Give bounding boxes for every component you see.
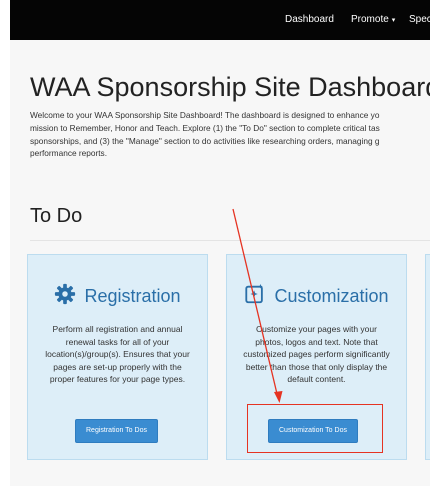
customization-card-title: Customization [274,285,389,306]
intro-line: performance reports. [30,148,108,159]
card-text-line: location(s)/group(s). Ensures that your [45,349,190,360]
image-sparkle-icon [244,283,266,310]
nav-spec[interactable]: Spec [409,0,430,40]
chevron-down-icon: ▾ [391,17,396,24]
nav-promote-label: Promote [351,14,389,25]
registration-todos-button[interactable]: Registration To Dos [75,419,158,443]
card-text-line: renewal tasks for all of your [65,336,170,347]
card-text-line: photos, logos and text. Note that [255,336,378,347]
manage-card-partial [425,254,430,460]
customization-card-description: Customize your pages with your photos, l… [237,323,396,386]
intro-line: mission to Remember, Honor and Teach. Ex… [30,122,380,133]
page-title: WAA Sponsorship Site Dashboard [30,72,430,102]
registration-card-title: Registration [84,285,181,306]
intro-line: Welcome to your WAA Sponsorship Site Das… [30,110,380,120]
top-navbar: Dashboard Promote ▾ Spec [10,0,430,40]
gear-icon [54,283,76,310]
nav-promote-dropdown[interactable]: Promote ▾ [351,0,395,40]
card-text-line: Perform all registration and annual [52,324,183,334]
nav-dashboard[interactable]: Dashboard [285,0,334,40]
registration-card-description: Perform all registration and annual rene… [38,323,197,386]
card-text-line: Customize your pages with your [256,324,377,334]
card-text-line: proper features for your page types. [49,374,186,385]
registration-card: Registration Perform all registration an… [27,254,208,460]
registration-card-header: Registration [28,281,207,311]
card-text-line: better than those that only display the [245,361,388,372]
intro-paragraph: Welcome to your WAA Sponsorship Site Das… [30,109,430,160]
card-text-line: customized pages perform significantly [243,349,390,360]
customization-card-header: Customization [227,281,406,311]
card-text-line: pages are set-up properly with the [53,361,182,372]
annotation-highlight-box [247,404,383,453]
todo-section-title: To Do [30,205,83,227]
card-text-line: default content. [287,374,346,385]
intro-line: sponsorships, and (3) the "Manage" secti… [30,135,380,146]
section-divider [30,240,430,241]
